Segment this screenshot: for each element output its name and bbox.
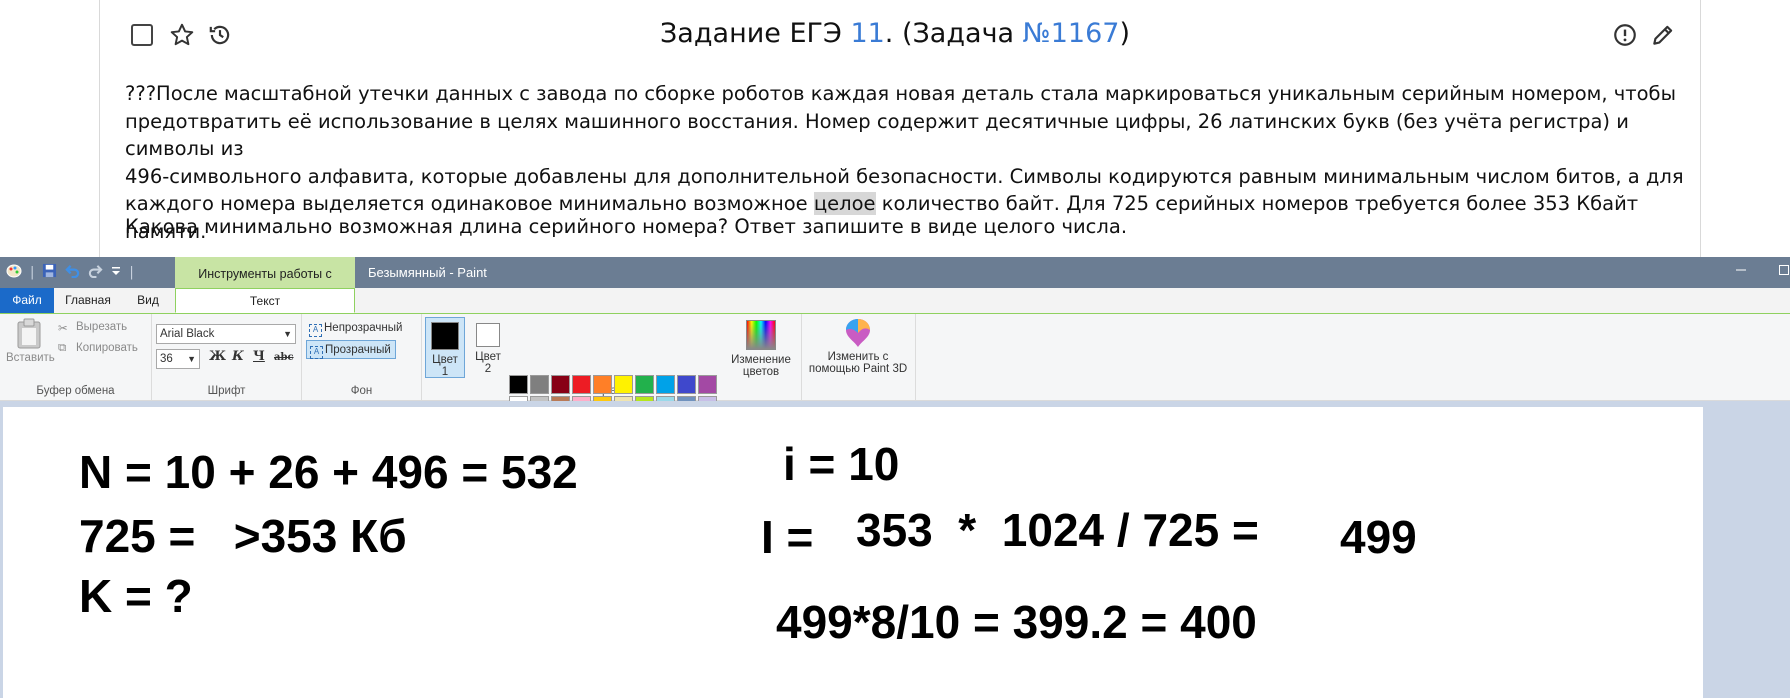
chevron-down-icon: ▼	[283, 329, 292, 339]
transparent-icon: A	[310, 346, 323, 359]
window-title: Безымянный - Paint	[368, 265, 487, 280]
canvas-text[interactable]: 353 * 1024 / 725 =	[856, 503, 1259, 557]
paste-icon	[17, 318, 41, 349]
palette-swatch[interactable]	[572, 375, 591, 394]
background-group-label: Фон	[350, 385, 373, 397]
paste-button[interactable]: Вставить	[6, 317, 55, 369]
edit-colors-label-2: цветов	[742, 366, 780, 378]
color1-button[interactable]: Цвет 1	[425, 317, 465, 378]
clipboard-group: Вставить ✂ Вырезать ⧉ Копировать Буфер о…	[0, 314, 152, 400]
separator: |	[129, 265, 134, 280]
title-bar: | | Инструменты работы с текстом Безымян…	[0, 257, 1790, 315]
opaque-option[interactable]: A Непрозрачный	[306, 319, 406, 338]
transparent-option[interactable]: A Прозрачный	[306, 340, 396, 359]
drawing-canvas[interactable]: N = 10 + 26 + 496 = 532 725 = >353 Кб K …	[3, 407, 1703, 698]
edit-pencil-icon[interactable]	[1650, 22, 1676, 48]
color2-label: Цвет	[475, 351, 501, 363]
opaque-icon: A	[309, 324, 322, 337]
title-prefix: Задание ЕГЭ	[660, 18, 851, 49]
edit-colors-button[interactable]: Изменение цветов	[728, 317, 794, 378]
chevron-down-icon: ▼	[187, 354, 196, 364]
canvas-area: N = 10 + 26 + 496 = 532 725 = >353 Кб K …	[0, 401, 1790, 698]
paint3d-label-2: помощью Paint 3D	[808, 363, 908, 375]
highlighted-word: целое	[813, 192, 876, 215]
text-tools-context-label: Инструменты работы с текстом	[175, 257, 355, 315]
color-spectrum-icon	[746, 320, 776, 350]
paint-app-icon[interactable]	[6, 263, 22, 284]
font-family-select[interactable]: Arial Black ▼	[156, 324, 296, 344]
transparent-label: Прозрачный	[325, 344, 391, 356]
canvas-text[interactable]: N = 10 + 26 + 496 = 532	[79, 445, 578, 499]
ribbon: Вставить ✂ Вырезать ⧉ Копировать Буфер о…	[0, 314, 1790, 436]
color2-swatch	[476, 323, 500, 347]
cut-label: Вырезать	[76, 321, 128, 333]
color1-label: Цвет	[432, 354, 458, 366]
task-line: предотвратить её использование в целях м…	[125, 109, 1629, 161]
task-line: 496-символьного алфавита, которые добавл…	[125, 164, 1684, 188]
redo-icon[interactable]	[88, 263, 103, 283]
web-page: Задание ЕГЭ 11. (Задача №1167) ???После …	[0, 0, 1790, 257]
separator: |	[30, 265, 35, 280]
canvas-text[interactable]: i = 10	[783, 437, 899, 491]
opaque-label: Непрозрачный	[324, 322, 403, 334]
palette-swatch[interactable]	[698, 375, 717, 394]
palette-swatch[interactable]	[656, 375, 675, 394]
strikethrough-button[interactable]: abc	[274, 352, 294, 363]
palette-swatch[interactable]	[509, 375, 528, 394]
task-number-link[interactable]: 11	[850, 18, 884, 49]
undo-icon[interactable]	[65, 263, 80, 283]
ribbon-tabs: Файл Главная Вид Текст	[0, 288, 1790, 314]
clipboard-group-label: Буфер обмена	[36, 385, 115, 397]
palette-swatch[interactable]	[635, 375, 654, 394]
palette-swatch[interactable]	[551, 375, 570, 394]
font-size-value: 36	[160, 353, 173, 365]
scissors-icon: ✂	[58, 323, 68, 335]
font-size-select[interactable]: 36 ▼	[156, 349, 200, 369]
font-group: Arial Black ▼ 36 ▼ Ж К Ч abc Шрифт	[152, 314, 302, 400]
color2-number: 2	[484, 363, 492, 375]
underline-button[interactable]: Ч	[253, 349, 265, 364]
paint3d-icon	[846, 319, 870, 347]
palette-swatch[interactable]	[530, 375, 549, 394]
canvas-text[interactable]: 499*8/10 = 399.2 = 400	[776, 595, 1257, 649]
task-line: ???После масштабной утечки данных с заво…	[125, 82, 1676, 105]
minimize-button[interactable]	[1735, 257, 1747, 288]
title-suffix: )	[1119, 18, 1130, 49]
color1-swatch	[431, 322, 459, 350]
tab-file[interactable]: Файл	[0, 288, 54, 313]
color1-number: 1	[441, 366, 449, 378]
canvas-text[interactable]: I =	[761, 510, 813, 564]
font-family-value: Arial Black	[160, 328, 215, 340]
edit-colors-label: Изменение	[731, 354, 791, 366]
copy-label: Копировать	[76, 342, 138, 354]
copy-icon: ⧉	[58, 342, 67, 354]
report-icon[interactable]	[1612, 22, 1638, 48]
bold-button[interactable]: Ж	[209, 349, 226, 364]
font-group-label: Шрифт	[207, 385, 246, 397]
tab-text[interactable]: Текст	[175, 288, 355, 313]
canvas-text[interactable]: 499	[1340, 510, 1417, 564]
save-icon[interactable]	[42, 263, 57, 283]
palette-swatch[interactable]	[614, 375, 633, 394]
page-title: Задание ЕГЭ 11. (Задача №1167)	[0, 18, 1790, 49]
palette-swatch[interactable]	[593, 375, 612, 394]
color2-button[interactable]: Цвет 2	[468, 317, 508, 378]
palette-swatch[interactable]	[677, 375, 696, 394]
canvas-text[interactable]: 725 = >353 Кб	[79, 509, 407, 563]
problem-id-link[interactable]: №1167	[1023, 18, 1120, 49]
paint-window: | | Инструменты работы с текстом Безымян…	[0, 257, 1790, 698]
tab-home[interactable]: Главная	[56, 288, 120, 313]
title-mid: . (Задача	[884, 18, 1023, 49]
customize-toolbar-icon[interactable]	[111, 265, 121, 282]
task-line-part: каждого номера выделяется одинаковое мин…	[125, 192, 814, 215]
task-question: Какова минимально возможная длина серийн…	[125, 215, 1128, 238]
open-paint3d-button[interactable]: Изменить с помощью Paint 3D	[804, 317, 912, 378]
paint3d-label: Изменить с	[827, 351, 889, 363]
tab-view[interactable]: Вид	[122, 288, 174, 313]
maximize-button[interactable]	[1778, 257, 1790, 288]
italic-button[interactable]: К	[232, 349, 244, 364]
paste-label: Вставить	[6, 352, 55, 364]
canvas-text[interactable]: K = ?	[79, 569, 193, 623]
quick-access-toolbar: | |	[6, 263, 134, 284]
